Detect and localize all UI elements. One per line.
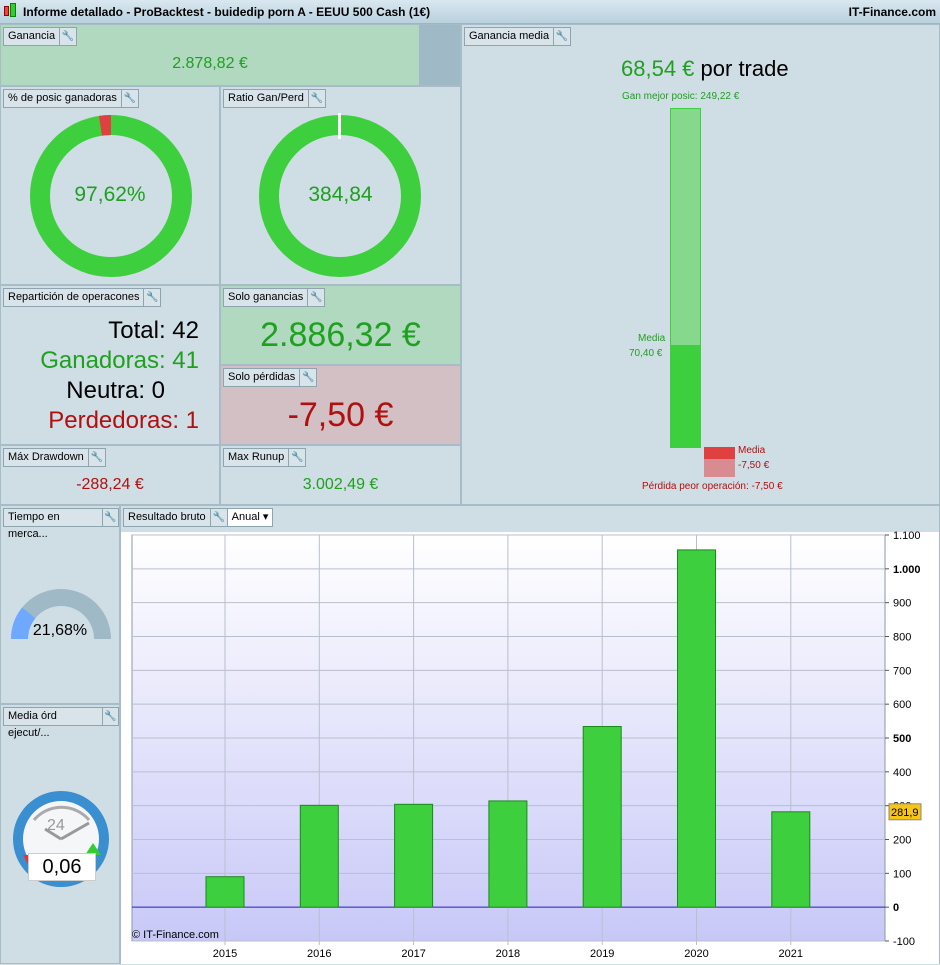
copyright: © IT-Finance.com [132,929,219,941]
y-tick-label: 600 [893,699,911,711]
y-tick-label: 100 [893,868,911,880]
x-tick-label: 2021 [779,948,803,960]
y-tick-label: 700 [893,665,911,677]
panel-title: Solo pérdidas [223,368,301,387]
bar-2020 [677,549,716,908]
brand: IT-Finance.com [848,5,936,19]
bar-2018 [488,800,528,908]
runup-panel: Max Runup 🔧 3.002,49 € [220,445,461,505]
bar-2021 [771,811,811,908]
worst-loss: Pérdida peor operación: -7,50 € [642,481,783,492]
time-value: 21,68% [32,622,88,639]
bar-2016 [299,804,339,908]
tiempo-panel: Tiempo en merca... 🔧 21,68% [0,505,120,704]
best-gain-bar [670,108,701,346]
x-tick-label: 2017 [401,948,425,960]
x-tick-label: 2019 [590,948,614,960]
wrench-icon[interactable]: 🔧 [554,27,572,46]
ganancia-panel: Ganancia 🔧 2.878,82 € [0,24,461,86]
clock-icon [13,791,109,887]
solo-ganancias-panel: Solo ganancias 🔧 2.886,32 € [220,285,461,365]
y-tick-label: 1.100 [893,530,921,542]
ganancia-value: 2.878,82 € [172,55,248,72]
donut-value: 97,62% [74,183,146,206]
y-tick-label: 0 [893,902,899,914]
avg-loss-bar [704,447,735,459]
avg-gain-amount: 70,40 € [629,348,663,359]
avg-gain-label: Media [638,333,666,344]
solo-perdidas-value: -7,50 € [287,396,394,434]
bar-2019 [582,725,622,908]
donut-value: 384,84 [308,183,373,206]
x-tick-label: 2016 [307,948,331,960]
window-title: Informe detallado - ProBacktest - buided… [23,5,431,19]
bar-2017 [394,803,434,908]
reparticion-panel: Repartición de operacones 🔧 Total: 42 Gan… [0,285,220,445]
runup-value: 3.002,49 € [302,476,379,493]
y-tick-label: 500 [893,733,911,745]
panel-title: Ganancia [3,27,61,46]
bar-2015 [205,876,245,908]
wrench-icon[interactable]: 🔧 [308,288,326,307]
pct-ganadoras-panel: % de posic ganadoras 🔧 97,62% [0,86,220,285]
ratio-panel: Ratio Gan/Perd 🔧 384,84 [220,86,461,285]
app-icon-part [10,3,16,17]
x-tick-label: 2015 [213,948,237,960]
clock-number: 24 [47,817,65,834]
y-tick-label: 900 [893,598,911,610]
last-value-label: 281,9 [891,807,919,819]
x-tick-label: 2018 [496,948,520,960]
media-ord-panel: Media órd ejecut/... 🔧 24 0,06 [0,704,120,964]
wrench-icon[interactable]: 🔧 [60,27,78,46]
avg-gain-suffix: por trade [700,56,789,81]
avg-loss-amount: -7,50 € [738,460,770,471]
time-gauge [11,589,111,639]
drawdown-panel: Máx Drawdown 🔧 -288,24 € [0,445,220,505]
winners-count: Ganadoras: 41 [40,347,199,374]
orders-value: 0,06 [28,853,96,881]
y-tick-label: -100 [893,936,915,948]
wrench-icon[interactable]: 🔧 [144,288,162,307]
wrench-icon[interactable]: 🔧 [88,448,106,467]
panel-title: Ganancia media [464,27,555,46]
solo-perdidas-panel: Solo pérdidas 🔧 -7,50 € [220,365,461,445]
resultado-panel: Resultado bruto🔧 Anual ▾ -10001002003004… [120,505,940,964]
avg-gain-bar [670,345,701,448]
panel-title: Max Runup [223,448,290,467]
y-tick-label: 800 [893,632,911,644]
panel-title: Repartición de operacones [3,288,145,307]
panel-title: Máx Drawdown [3,448,89,467]
avg-gain-value: 68,54 € [621,56,695,81]
total-count: Total: 42 [108,317,199,344]
bar-chart: -10001002003004005006007008009001.0001.1… [121,530,939,964]
avg-loss-label: Media [738,445,766,456]
y-tick-label: 200 [893,835,911,847]
solo-ganancias-value: 2.886,32 € [260,316,421,354]
neutral-count: Neutra: 0 [66,377,165,404]
y-tick-label: 1.000 [893,564,921,576]
losers-count: Perdedoras: 1 [48,407,199,434]
x-tick-label: 2020 [684,948,708,960]
drawdown-value: -288,24 € [76,476,144,493]
wrench-icon[interactable]: 🔧 [300,368,318,387]
y-tick-label: 400 [893,767,911,779]
ganancia-media-panel: Ganancia media 🔧 68,54 € por trade Gan me… [461,24,940,505]
wrench-icon[interactable]: 🔧 [289,448,307,467]
app-icon [4,6,9,16]
panel-title: Solo ganancias [223,288,309,307]
best-position: Gan mejor posic: 249,22 € [622,91,740,102]
worst-loss-bar [704,459,735,477]
title-bar: Informe detallado - ProBacktest - buided… [0,0,940,24]
